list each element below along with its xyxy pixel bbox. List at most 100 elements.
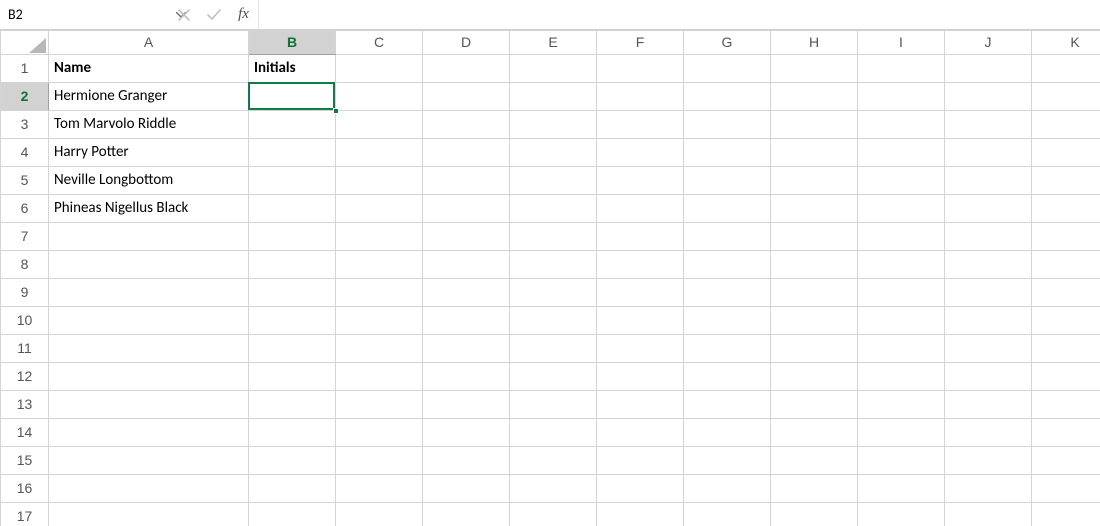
cell-J10[interactable] xyxy=(945,307,1032,335)
cell-G17[interactable] xyxy=(684,503,771,526)
cell-F16[interactable] xyxy=(597,475,684,503)
cell-K17[interactable] xyxy=(1032,503,1100,526)
insert-function-button[interactable]: fx xyxy=(229,0,259,29)
cell-A3[interactable]: Tom Marvolo Riddle xyxy=(49,111,249,139)
column-header-F[interactable]: F xyxy=(597,31,684,55)
cell-F1[interactable] xyxy=(597,55,684,83)
column-header-I[interactable]: I xyxy=(858,31,945,55)
cell-I17[interactable] xyxy=(858,503,945,526)
cell-E3[interactable] xyxy=(510,111,597,139)
cell-B14[interactable] xyxy=(249,419,336,447)
row-header-15[interactable]: 15 xyxy=(1,447,49,475)
cell-J3[interactable] xyxy=(945,111,1032,139)
column-header-E[interactable]: E xyxy=(510,31,597,55)
cell-H9[interactable] xyxy=(771,279,858,307)
cell-C8[interactable] xyxy=(336,251,423,279)
cell-H17[interactable] xyxy=(771,503,858,526)
row-header-7[interactable]: 7 xyxy=(1,223,49,251)
cell-H14[interactable] xyxy=(771,419,858,447)
cell-D8[interactable] xyxy=(423,251,510,279)
cell-D9[interactable] xyxy=(423,279,510,307)
cell-K11[interactable] xyxy=(1032,335,1100,363)
cell-J4[interactable] xyxy=(945,139,1032,167)
cell-D7[interactable] xyxy=(423,223,510,251)
cell-E8[interactable] xyxy=(510,251,597,279)
cell-C16[interactable] xyxy=(336,475,423,503)
cell-A5[interactable]: Neville Longbottom xyxy=(49,167,249,195)
cell-K12[interactable] xyxy=(1032,363,1100,391)
cell-G8[interactable] xyxy=(684,251,771,279)
cell-F10[interactable] xyxy=(597,307,684,335)
cell-F4[interactable] xyxy=(597,139,684,167)
cell-D13[interactable] xyxy=(423,391,510,419)
column-header-A[interactable]: A xyxy=(49,31,249,55)
cell-G13[interactable] xyxy=(684,391,771,419)
cell-G3[interactable] xyxy=(684,111,771,139)
cell-A7[interactable] xyxy=(49,223,249,251)
cell-I13[interactable] xyxy=(858,391,945,419)
cell-K8[interactable] xyxy=(1032,251,1100,279)
cell-C3[interactable] xyxy=(336,111,423,139)
cell-I7[interactable] xyxy=(858,223,945,251)
cell-H3[interactable] xyxy=(771,111,858,139)
cell-B7[interactable] xyxy=(249,223,336,251)
cell-C12[interactable] xyxy=(336,363,423,391)
cell-H11[interactable] xyxy=(771,335,858,363)
cell-K5[interactable] xyxy=(1032,167,1100,195)
cell-D17[interactable] xyxy=(423,503,510,526)
cell-H5[interactable] xyxy=(771,167,858,195)
cell-I5[interactable] xyxy=(858,167,945,195)
cell-C17[interactable] xyxy=(336,503,423,526)
cell-H8[interactable] xyxy=(771,251,858,279)
row-header-1[interactable]: 1 xyxy=(1,55,49,83)
cell-H7[interactable] xyxy=(771,223,858,251)
cell-E14[interactable] xyxy=(510,419,597,447)
cell-I11[interactable] xyxy=(858,335,945,363)
column-header-K[interactable]: K xyxy=(1032,31,1100,55)
cell-F2[interactable] xyxy=(597,83,684,111)
cell-D3[interactable] xyxy=(423,111,510,139)
cell-F17[interactable] xyxy=(597,503,684,526)
cell-F12[interactable] xyxy=(597,363,684,391)
cell-F9[interactable] xyxy=(597,279,684,307)
cell-C11[interactable] xyxy=(336,335,423,363)
cell-A13[interactable] xyxy=(49,391,249,419)
cell-B10[interactable] xyxy=(249,307,336,335)
cell-B11[interactable] xyxy=(249,335,336,363)
column-header-D[interactable]: D xyxy=(423,31,510,55)
cell-E4[interactable] xyxy=(510,139,597,167)
cell-B13[interactable] xyxy=(249,391,336,419)
cancel-button[interactable] xyxy=(169,0,199,29)
cell-J5[interactable] xyxy=(945,167,1032,195)
select-all-corner[interactable] xyxy=(1,31,49,55)
enter-button[interactable] xyxy=(199,0,229,29)
column-header-C[interactable]: C xyxy=(336,31,423,55)
cell-G12[interactable] xyxy=(684,363,771,391)
cell-C1[interactable] xyxy=(336,55,423,83)
column-header-J[interactable]: J xyxy=(945,31,1032,55)
cell-C14[interactable] xyxy=(336,419,423,447)
column-header-G[interactable]: G xyxy=(684,31,771,55)
cell-D2[interactable] xyxy=(423,83,510,111)
cell-I6[interactable] xyxy=(858,195,945,223)
cell-C10[interactable] xyxy=(336,307,423,335)
cell-J14[interactable] xyxy=(945,419,1032,447)
cell-H2[interactable] xyxy=(771,83,858,111)
cell-F3[interactable] xyxy=(597,111,684,139)
cell-D14[interactable] xyxy=(423,419,510,447)
row-header-13[interactable]: 13 xyxy=(1,391,49,419)
cell-I16[interactable] xyxy=(858,475,945,503)
cell-A16[interactable] xyxy=(49,475,249,503)
cell-J17[interactable] xyxy=(945,503,1032,526)
cell-C6[interactable] xyxy=(336,195,423,223)
cell-J8[interactable] xyxy=(945,251,1032,279)
cell-B12[interactable] xyxy=(249,363,336,391)
row-header-8[interactable]: 8 xyxy=(1,251,49,279)
cell-I2[interactable] xyxy=(858,83,945,111)
cell-A15[interactable] xyxy=(49,447,249,475)
cell-H12[interactable] xyxy=(771,363,858,391)
formula-input[interactable] xyxy=(259,0,1100,29)
cell-B16[interactable] xyxy=(249,475,336,503)
cell-B8[interactable] xyxy=(249,251,336,279)
cell-A4[interactable]: Harry Potter xyxy=(49,139,249,167)
